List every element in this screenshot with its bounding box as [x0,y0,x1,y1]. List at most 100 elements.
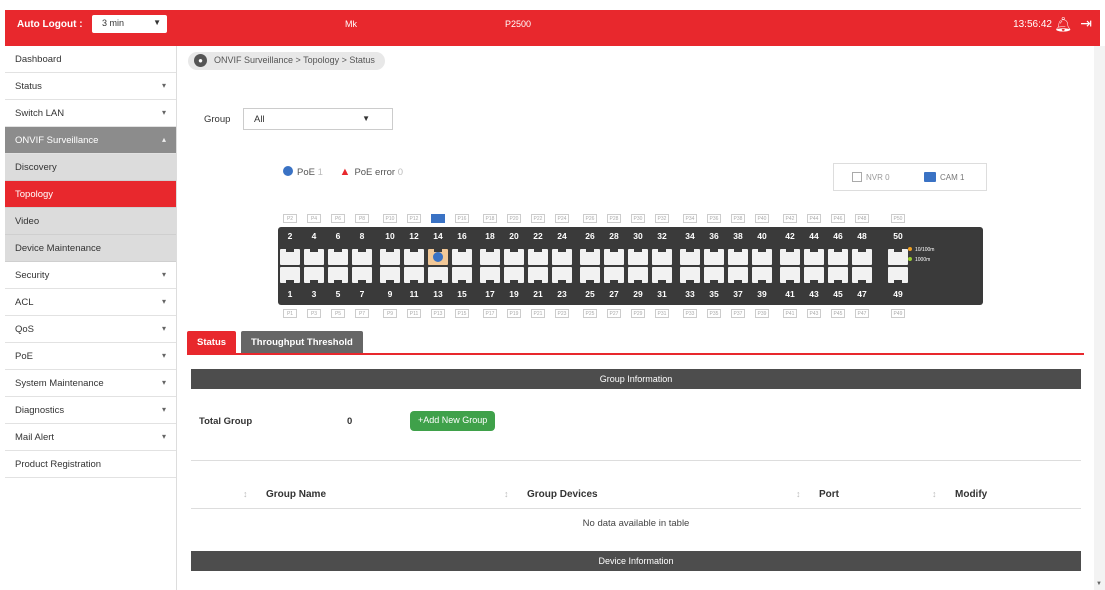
port-2[interactable] [280,248,300,265]
port-26[interactable] [580,248,600,265]
sidebar-item-topology[interactable]: Topology [5,181,176,208]
port-30[interactable] [628,248,648,265]
auto-logout-select[interactable]: 3 min ▼ [92,15,167,33]
bell-icon[interactable]: 🔔︎ [1054,16,1072,33]
port-number: 47 [857,289,867,299]
sidebar-item-product-registration[interactable]: Product Registration [5,451,176,478]
port-39[interactable] [752,267,772,284]
port-42[interactable] [780,248,800,265]
sidebar-item-status[interactable]: Status ▾ [5,73,176,100]
port-7[interactable] [352,267,372,284]
port-48[interactable] [852,248,872,265]
port-19[interactable] [504,267,524,284]
sort-icon[interactable]: ↕ [504,489,509,499]
port-41[interactable] [780,267,800,284]
port-14[interactable] [428,248,448,265]
scrollbar[interactable]: ▼ [1094,46,1105,590]
port-24[interactable] [552,248,572,265]
port-label: P10 [383,214,397,223]
nvr-filter[interactable]: NVR 0 [852,172,890,182]
sidebar-item-video[interactable]: Video [5,208,176,235]
port-8[interactable] [352,248,372,265]
port-49[interactable] [888,267,908,284]
port-37[interactable] [728,267,748,284]
port-15[interactable] [452,267,472,284]
port-13[interactable] [428,267,448,284]
port-label: P30 [631,214,645,223]
port-5[interactable] [328,267,348,284]
column-modify[interactable]: Modify [955,489,987,500]
port-4[interactable] [304,248,324,265]
port-18[interactable] [480,248,500,265]
port-44[interactable] [804,248,824,265]
port-43[interactable] [804,267,824,284]
port-1[interactable] [280,267,300,284]
port-label: P38 [731,214,745,223]
cam-filter[interactable]: CAM 1 [924,172,964,182]
port-47[interactable] [852,267,872,284]
port-27[interactable] [604,267,624,284]
port-17[interactable] [480,267,500,284]
sidebar-item-diagnostics[interactable]: Diagnostics ▾ [5,397,176,424]
port-38[interactable] [728,248,748,265]
port-label: P1 [283,309,297,318]
group-select[interactable]: All ▼ [243,108,393,130]
logout-icon[interactable]: ⇥ [1080,15,1092,32]
sidebar-item-security[interactable]: Security ▾ [5,262,176,289]
sidebar-item-mail-alert[interactable]: Mail Alert ▾ [5,424,176,451]
port-40[interactable] [752,248,772,265]
port-36[interactable] [704,248,724,265]
tab-status[interactable]: Status [187,331,237,353]
port-22[interactable] [528,248,548,265]
port-3[interactable] [304,267,324,284]
port-9[interactable] [380,267,400,284]
total-group-value: 0 [347,416,353,427]
sidebar-item-label: QoS [15,324,35,335]
port-16[interactable] [452,248,472,265]
port-6[interactable] [328,248,348,265]
port-label: P13 [431,309,445,318]
sort-icon[interactable]: ↕ [243,489,248,499]
port-50[interactable] [888,248,908,265]
port-21[interactable] [528,267,548,284]
port-23[interactable] [552,267,572,284]
chevron-down-icon[interactable]: ▼ [1096,581,1102,587]
column-group-devices[interactable]: Group Devices [527,489,598,500]
add-new-group-button[interactable]: +Add New Group [410,411,496,431]
empty-table-message: No data available in table [582,518,690,529]
sidebar-item-acl[interactable]: ACL ▾ [5,289,176,316]
port-10[interactable] [380,248,400,265]
sidebar-item-qos[interactable]: QoS ▾ [5,316,176,343]
device-summary: NVR 0 CAM 1 [833,163,987,191]
sidebar-item-discovery[interactable]: Discovery [5,154,176,181]
port-25[interactable] [580,267,600,284]
port-34[interactable] [680,248,700,265]
column-group-name[interactable]: Group Name [266,489,326,500]
sidebar-item-system-maintenance[interactable]: System Maintenance ▾ [5,370,176,397]
port-11[interactable] [404,267,424,284]
port-29[interactable] [628,267,648,284]
column-port[interactable]: Port [819,489,839,500]
sidebar-item-dashboard[interactable]: Dashboard [5,46,176,73]
sidebar-item-device-maintenance[interactable]: Device Maintenance [5,235,176,262]
auto-logout-label: Auto Logout : [17,19,83,30]
sidebar-item-label: Topology [15,189,54,200]
sidebar-item-onvif-surveillance[interactable]: ONVIF Surveillance ▴ [5,127,176,154]
port-28[interactable] [604,248,624,265]
port-32[interactable] [652,248,672,265]
sidebar-item-poe[interactable]: PoE ▾ [5,343,176,370]
port-20[interactable] [504,248,524,265]
tab-throughput-threshold[interactable]: Throughput Threshold [241,331,363,353]
port-45[interactable] [828,267,848,284]
port-12[interactable] [404,248,424,265]
port-31[interactable] [652,267,672,284]
port-label: P41 [783,309,797,318]
sidebar-item-switch-lan[interactable]: Switch LAN ▾ [5,100,176,127]
port-label: P8 [355,214,369,223]
port-33[interactable] [680,267,700,284]
port-46[interactable] [828,248,848,265]
port-35[interactable] [704,267,724,284]
port-number: 1 [287,289,293,299]
sort-icon[interactable]: ↕ [932,489,937,499]
sort-icon[interactable]: ↕ [796,489,801,499]
